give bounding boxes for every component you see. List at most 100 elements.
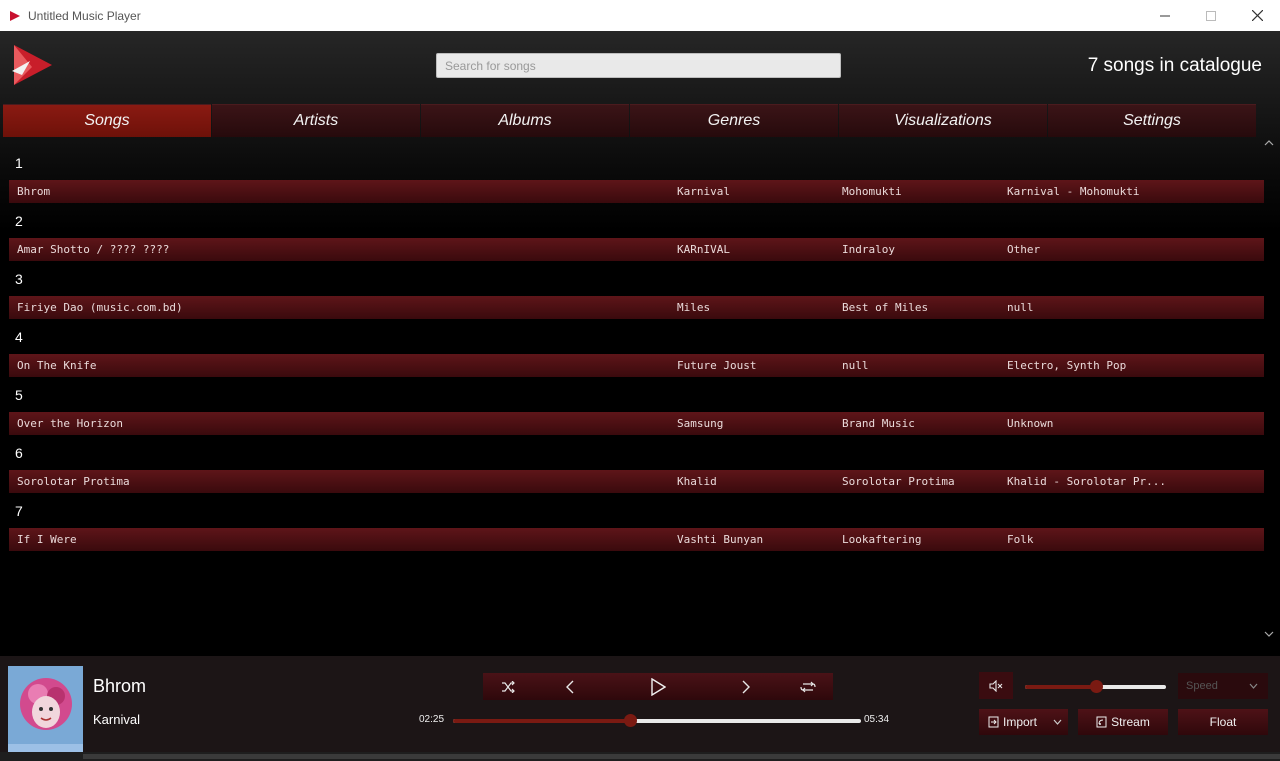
app-window: 7 songs in catalogue Songs Artists Album… — [0, 31, 1280, 761]
song-genre: null — [1007, 301, 1034, 314]
tab-label: Artists — [293, 112, 339, 129]
import-button[interactable]: Import — [979, 709, 1068, 735]
catalogue-count: 7 songs in catalogue — [1087, 55, 1262, 76]
song-title: Amar Shotto / ???? ???? — [17, 243, 170, 256]
stream-button[interactable]: Stream — [1078, 709, 1168, 735]
album-art — [8, 666, 83, 754]
volume-handle[interactable] — [1089, 680, 1103, 693]
song-number: 5 — [15, 387, 23, 403]
scroll-up-icon[interactable] — [1264, 137, 1274, 149]
now-playing-artist: Karnival — [93, 712, 140, 727]
tab-albums[interactable]: Albums — [421, 104, 629, 137]
float-button[interactable]: Float — [1178, 709, 1268, 735]
title-bar: Untitled Music Player — [0, 0, 1280, 31]
tab-songs[interactable]: Songs — [3, 104, 211, 137]
speed-placeholder: Speed — [1186, 680, 1218, 692]
scrollbar-thumb[interactable] — [83, 754, 1280, 759]
mute-button[interactable] — [979, 672, 1013, 699]
tab-label: Visualizations — [894, 112, 992, 129]
song-title: Over the Horizon — [17, 417, 123, 430]
player-bar: Bhrom Karnival 02:25 05:34 Speed Import … — [0, 656, 1280, 761]
next-button[interactable] — [733, 673, 759, 700]
tab-artists[interactable]: Artists — [212, 104, 420, 137]
song-number: 7 — [15, 503, 23, 519]
song-artist: Vashti Bunyan — [677, 533, 764, 546]
song-number: 1 — [15, 155, 23, 171]
current-time: 02:25 — [419, 714, 445, 725]
song-artist: Karnival — [677, 185, 730, 198]
song-group: 6 Sorolotar Protima Khalid Sorolotar Pro… — [9, 431, 1265, 493]
repeat-button[interactable] — [795, 673, 821, 700]
import-label: Import — [1003, 715, 1038, 729]
nav-tabs: Songs Artists Albums Genres Visualizatio… — [3, 104, 1257, 137]
song-artist: Khalid — [677, 475, 717, 488]
song-row[interactable]: If I Were Vashti Bunyan Lookaftering Fol… — [9, 528, 1264, 551]
song-album: null — [842, 359, 869, 372]
float-label: Float — [1209, 715, 1237, 729]
song-number: 2 — [15, 213, 23, 229]
window-title: Untitled Music Player — [28, 8, 141, 23]
minimize-icon — [1160, 15, 1170, 16]
song-album: Indraloy — [842, 243, 895, 256]
volume-slider[interactable] — [1025, 680, 1166, 693]
minimize-button[interactable] — [1142, 0, 1188, 31]
maximize-button[interactable] — [1188, 0, 1234, 31]
repeat-icon — [800, 681, 816, 692]
song-number: 6 — [15, 445, 23, 461]
volume-fill — [1025, 685, 1096, 689]
song-album: Brand Music — [842, 417, 915, 430]
song-genre: Karnival - Mohomukti — [1007, 185, 1140, 198]
seek-handle[interactable] — [624, 714, 638, 727]
tab-label: Settings — [1123, 112, 1181, 129]
tab-settings[interactable]: Settings — [1048, 104, 1256, 137]
app-logo-icon — [10, 10, 20, 21]
song-title: Sorolotar Protima — [17, 475, 130, 488]
seek-slider[interactable] — [453, 714, 861, 727]
tab-visualizations[interactable]: Visualizations — [839, 104, 1047, 137]
song-title: If I Were — [17, 533, 77, 546]
song-genre: Khalid - Sorolotar Pr... — [1007, 475, 1166, 488]
next-icon — [742, 680, 750, 693]
song-genre: Other — [1007, 243, 1041, 256]
previous-button[interactable] — [557, 673, 583, 700]
horizontal-scrollbar[interactable] — [0, 752, 1280, 761]
seek-progress-fill — [453, 719, 631, 723]
chevron-down-icon[interactable] — [1053, 717, 1062, 727]
chevron-down-icon — [1249, 681, 1258, 692]
song-album: Mohomukti — [842, 185, 902, 198]
song-artist: Miles — [677, 301, 711, 314]
search-input[interactable] — [436, 53, 841, 78]
tab-label: Genres — [707, 112, 761, 129]
song-group: 4 On The Knife Future Joust null Electro… — [9, 315, 1265, 377]
tab-genres[interactable]: Genres — [630, 104, 838, 137]
song-number: 3 — [15, 271, 23, 287]
song-group: 3 Firiye Dao (music.com.bd) Miles Best o… — [9, 257, 1265, 319]
song-album: Lookaftering — [842, 533, 922, 546]
song-group: 1 Bhrom Karnival Mohomukti Karnival - Mo… — [9, 141, 1265, 203]
song-genre: Folk — [1007, 533, 1034, 546]
song-title: Bhrom — [17, 185, 51, 198]
stream-label: Stream — [1111, 715, 1150, 729]
mute-icon — [989, 679, 1003, 692]
song-genre: Electro, Synth Pop — [1007, 359, 1127, 372]
now-playing-title: Bhrom — [93, 676, 147, 696]
tab-label: Songs — [84, 112, 130, 129]
scroll-down-icon[interactable] — [1264, 628, 1274, 640]
close-button[interactable] — [1234, 0, 1280, 31]
shuffle-button[interactable] — [495, 673, 521, 700]
song-title: On The Knife — [17, 359, 97, 372]
song-group: 2 Amar Shotto / ???? ???? KARnIVAL Indra… — [9, 199, 1265, 261]
import-icon — [988, 716, 999, 728]
song-album: Sorolotar Protima — [842, 475, 955, 488]
song-list: 1 Bhrom Karnival Mohomukti Karnival - Mo… — [9, 141, 1265, 651]
stream-icon — [1096, 716, 1107, 728]
app-logo-icon — [12, 45, 52, 85]
close-icon — [1251, 10, 1263, 21]
shuffle-icon — [502, 680, 515, 693]
song-group: 5 Over the Horizon Samsung Brand Music U… — [9, 373, 1265, 435]
song-title: Firiye Dao (music.com.bd) — [17, 301, 183, 314]
play-button[interactable] — [645, 673, 671, 700]
speed-select[interactable]: Speed — [1178, 673, 1268, 699]
song-album: Best of Miles — [842, 301, 929, 314]
song-number: 4 — [15, 329, 23, 345]
